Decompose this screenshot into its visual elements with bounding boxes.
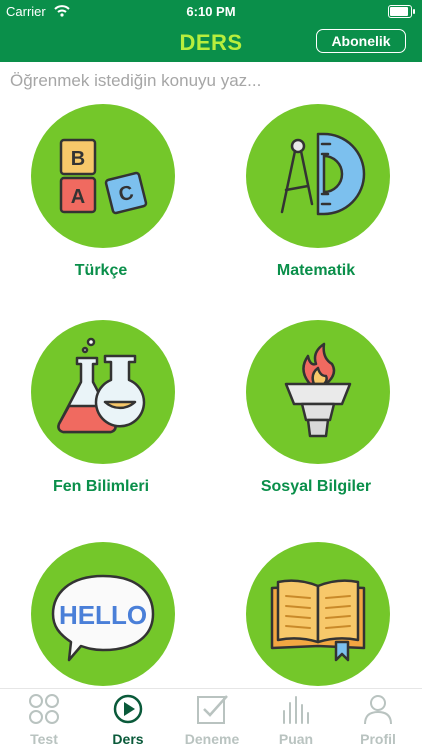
- tab-profil[interactable]: Profil: [336, 689, 420, 751]
- subscribe-button[interactable]: Abonelik: [316, 29, 406, 53]
- subject-circle: [31, 320, 175, 464]
- abc-blocks-icon: B A C: [59, 138, 148, 215]
- hello-speech-bubble-icon: HELLO: [51, 574, 155, 662]
- subject-circle: HELLO: [31, 542, 175, 686]
- block-letter-a: A: [71, 186, 85, 208]
- tab-deneme[interactable]: Deneme: [170, 689, 254, 751]
- subject-card-sosyal-bilgiler[interactable]: Sosyal Bilgiler: [216, 320, 416, 510]
- subject-circle: [246, 104, 390, 248]
- bar-chart-icon: [283, 696, 309, 724]
- tab-ders[interactable]: Ders: [86, 689, 170, 751]
- subject-circle: B A C: [31, 104, 175, 248]
- open-book-icon: [270, 579, 366, 662]
- play-circle-icon: [113, 694, 143, 724]
- subject-circle: [246, 542, 390, 686]
- search-input[interactable]: [10, 67, 410, 95]
- tab-label: Profil: [360, 731, 396, 747]
- subject-label: Fen Bilimleri: [52, 478, 150, 495]
- nav-bar: DERS Abonelik: [0, 22, 422, 62]
- subject-circle: [246, 320, 390, 464]
- tab-test[interactable]: Test: [2, 689, 86, 751]
- subject-label: Sosyal Bilgiler: [260, 478, 372, 495]
- torch-icon: [284, 342, 352, 438]
- tab-label: Ders: [112, 731, 144, 747]
- tab-label: Puan: [278, 731, 314, 747]
- subject-card-turkce[interactable]: B A C Türkçe: [1, 104, 201, 294]
- status-time: 6:10 PM: [186, 4, 236, 19]
- tab-puan[interactable]: Puan: [254, 689, 338, 751]
- block-letter-b: B: [71, 148, 85, 170]
- status-bar: Carrier 6:10 PM: [0, 0, 422, 22]
- tab-label: Test: [30, 731, 58, 747]
- tab-bar: Test Ders Deneme Puan Profil: [0, 688, 422, 751]
- battery-icon: [388, 5, 415, 18]
- subject-card-fen-bilimleri[interactable]: Fen Bilimleri: [1, 320, 201, 510]
- user-icon: [364, 695, 392, 725]
- subject-card-matematik[interactable]: Matematik: [216, 104, 416, 294]
- check-square-icon: [197, 695, 228, 724]
- subject-label: Matematik: [276, 262, 356, 279]
- tab-label: Deneme: [184, 731, 240, 747]
- grid-circles-icon: [29, 694, 59, 724]
- lab-flasks-icon: [57, 337, 146, 434]
- subject-label: Türkçe: [74, 262, 128, 279]
- hello-text: HELLO: [59, 600, 147, 630]
- compass-ruler-icon: [280, 132, 366, 216]
